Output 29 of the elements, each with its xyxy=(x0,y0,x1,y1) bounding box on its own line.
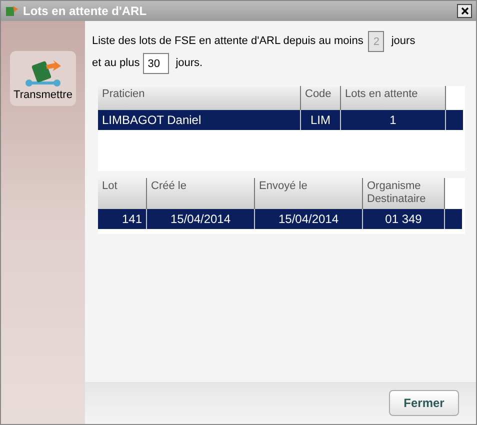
column-header[interactable]: Praticien xyxy=(98,86,301,110)
table-cell: LIM xyxy=(301,110,341,130)
close-button[interactable] xyxy=(457,4,472,18)
filter-text: Liste des lots de FSE en attente d'ARL depuis au moins xyxy=(92,34,364,50)
close-dialog-button[interactable]: Fermer xyxy=(389,390,459,416)
table-row[interactable]: 141 15/04/2014 15/04/2014 01 349 xyxy=(98,209,462,229)
column-header[interactable]: Lot xyxy=(98,178,147,209)
column-header[interactable]: Envoyé le xyxy=(255,178,363,209)
card-transmit-icon xyxy=(23,58,63,86)
window-title: Lots en attente d'ARL xyxy=(23,3,147,20)
column-header[interactable]: Lots en attente xyxy=(341,86,446,110)
table-cell: LIMBAGOT Daniel xyxy=(98,110,301,130)
filter-text: jours xyxy=(391,34,416,50)
table-row[interactable]: LIMBAGOT Daniel LIM 1 xyxy=(98,110,463,130)
column-header[interactable]: Code xyxy=(301,86,341,110)
sidebar-item[interactable]: Transmettre xyxy=(10,51,76,106)
table-cell: 15/04/2014 xyxy=(147,209,255,229)
filter-text: et au plus xyxy=(92,56,140,72)
app-icon xyxy=(5,4,19,18)
table-cell: 01 349 xyxy=(363,209,445,229)
days-field[interactable]: 30 xyxy=(142,53,169,74)
filter-text: jours. xyxy=(176,56,203,72)
column-header[interactable]: Organisme Destinataire xyxy=(363,178,445,209)
table-cell: 1 xyxy=(341,110,446,130)
close-icon xyxy=(460,7,468,15)
column-header[interactable]: Créé le xyxy=(147,178,255,209)
table-cell: 141 xyxy=(98,209,147,229)
table-cell: 15/04/2014 xyxy=(255,209,363,229)
sidebar-label: Transmettre xyxy=(14,88,72,102)
